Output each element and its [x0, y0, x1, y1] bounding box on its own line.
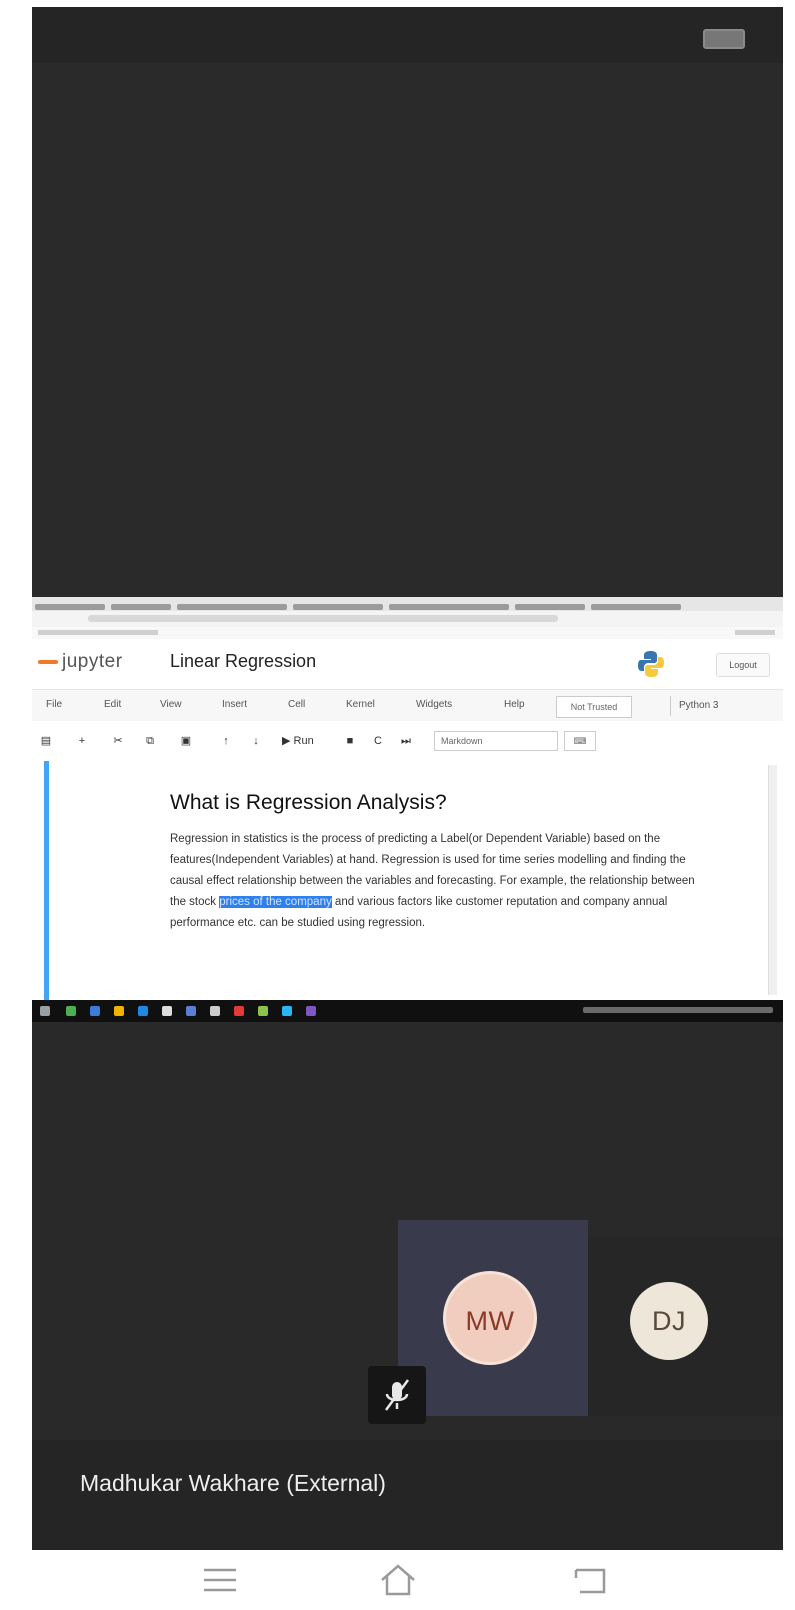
app-icon [306, 1006, 316, 1016]
avatar: MW [443, 1271, 537, 1365]
system-tray [583, 1007, 773, 1013]
cell-type-select[interactable]: Markdown [434, 731, 558, 751]
menu-help[interactable]: Help [504, 699, 525, 710]
markdown-cell[interactable]: What is Regression Analysis? Regression … [32, 761, 783, 1000]
menu-insert[interactable]: Insert [222, 699, 247, 710]
start-icon [40, 1006, 50, 1016]
speaker-name: Madhukar Wakhare (External) [80, 1470, 386, 1496]
copy-icon[interactable]: ⧉ [142, 731, 158, 751]
kernel-indicator: Python 3 [670, 696, 783, 716]
notebook-title: Linear Regression [170, 651, 317, 671]
notebook-menubar: File Edit View Insert Cell Kernel Widget… [32, 689, 783, 722]
python-logo-icon [638, 651, 664, 677]
app-icon [282, 1006, 292, 1016]
windows-taskbar [32, 1000, 783, 1022]
app-icon [162, 1006, 172, 1016]
app-icon [186, 1006, 196, 1016]
menu-icon[interactable] [200, 1560, 240, 1600]
cell-paragraph: Regression in statistics is the process … [170, 833, 695, 929]
top-video-tile [32, 7, 783, 597]
bottom-video-tile: MW DJ Madhukar Wakhare (External) [32, 1022, 783, 1550]
restart-icon[interactable]: C [370, 731, 386, 751]
trusted-indicator[interactable]: Not Trusted [556, 696, 632, 718]
keyboard-icon[interactable]: ⌨ [564, 731, 596, 751]
run-button[interactable]: ▶ Run [282, 731, 314, 751]
menu-file[interactable]: File [46, 699, 62, 710]
menu-edit[interactable]: Edit [104, 699, 121, 710]
app-icon [258, 1006, 268, 1016]
app-icon [234, 1006, 244, 1016]
android-nav-bar [0, 1550, 795, 1610]
app-icon [66, 1006, 76, 1016]
fast-forward-icon[interactable]: ⏭ [398, 731, 414, 751]
back-icon[interactable] [570, 1560, 610, 1600]
app-icon [138, 1006, 148, 1016]
participant-tile-mw[interactable]: MW [398, 1220, 588, 1416]
participant-tile-dj[interactable]: DJ [588, 1237, 783, 1416]
move-down-icon[interactable]: ↓ [248, 731, 264, 751]
browser-address-bar [32, 611, 783, 627]
stop-icon[interactable]: ■ [342, 731, 358, 751]
notebook-scrollbar[interactable] [768, 765, 777, 995]
menu-view[interactable]: View [160, 699, 182, 710]
menu-kernel[interactable]: Kernel [346, 699, 375, 710]
meeting-frame: jupyter Linear Regression Logout File Ed… [32, 7, 783, 1550]
home-icon[interactable] [378, 1560, 418, 1600]
menu-widgets[interactable]: Widgets [416, 699, 452, 710]
browser-tab-strip [32, 597, 783, 612]
save-icon[interactable]: ▤ [38, 731, 54, 751]
cell-heading: What is Regression Analysis? [170, 791, 447, 814]
browser-bookmarks-bar [32, 627, 783, 639]
menu-cell[interactable]: Cell [288, 699, 305, 710]
cell-selection-bar [44, 761, 49, 1000]
app-icon [114, 1006, 124, 1016]
notebook-toolbar: ▤ + ✂ ⧉ ▣ ↑ ↓ ▶ Run ■ C ⏭ Markdown ⌨ [32, 721, 783, 762]
move-up-icon[interactable]: ↑ [218, 731, 234, 751]
paste-icon[interactable]: ▣ [178, 731, 194, 751]
logout-button[interactable]: Logout [716, 653, 770, 677]
cut-icon[interactable]: ✂ [110, 731, 126, 751]
shared-screen: jupyter Linear Regression Logout File Ed… [32, 597, 783, 1000]
app-icon [210, 1006, 220, 1016]
avatar: DJ [630, 1282, 708, 1360]
top-video-strip [32, 7, 783, 63]
closed-captions-icon[interactable] [703, 29, 745, 49]
speaker-name-bar: Madhukar Wakhare (External) [32, 1440, 783, 1550]
jupyter-header: jupyter Linear Regression Logout [32, 639, 783, 689]
jupyter-logo: jupyter [38, 651, 123, 673]
add-cell-icon[interactable]: + [74, 731, 90, 751]
app-icon [90, 1006, 100, 1016]
highlighted-text: prices of the company [219, 896, 332, 908]
microphone-muted-icon[interactable] [368, 1366, 426, 1424]
